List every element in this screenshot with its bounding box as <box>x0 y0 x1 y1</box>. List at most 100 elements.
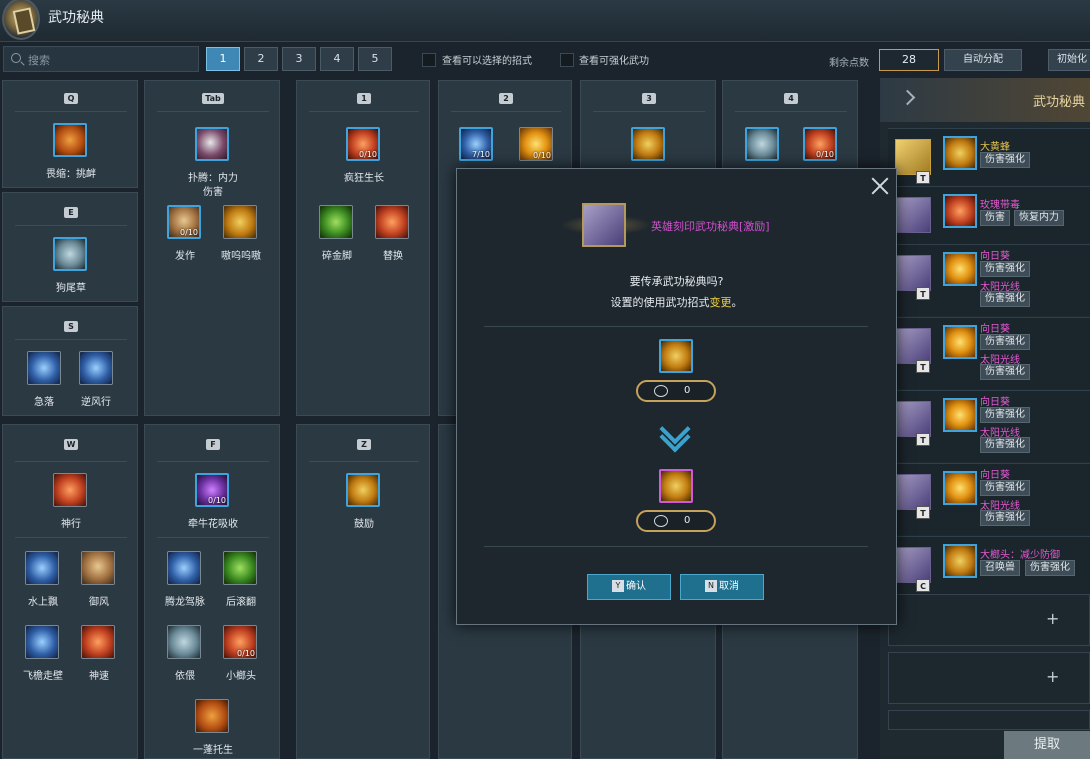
page-button-1[interactable]: 1 <box>206 47 240 71</box>
key-1: 1 <box>357 93 371 104</box>
book-icon <box>895 328 931 364</box>
skill-icon-f3[interactable] <box>223 551 257 585</box>
book-icon <box>895 255 931 291</box>
page-button-3[interactable]: 3 <box>282 47 316 71</box>
skill-icon-k2a[interactable]: 7/10 <box>459 127 493 161</box>
book-item[interactable]: T 向日葵 伤害强化 太阳光线 伤害强化 <box>888 463 1090 535</box>
book-logo-icon <box>2 0 40 40</box>
dialog-question: 要传承武功秘典吗? <box>629 275 724 288</box>
page-button-5[interactable]: 5 <box>358 47 392 71</box>
skill-icon-w3[interactable] <box>81 551 115 585</box>
gauge-top: 0 <box>636 380 716 402</box>
extract-button[interactable]: 提取 <box>1004 731 1090 759</box>
skill-icon-f5[interactable]: 0/10 <box>223 625 257 659</box>
empty-book-slot[interactable]: + <box>888 652 1090 704</box>
skill-level: 0/10 <box>237 649 255 658</box>
search-icon <box>11 53 21 63</box>
skill-name: 嗷呜呜嗷 <box>221 251 261 262</box>
book-item[interactable]: T 向日葵 伤害强化 太阳光线 伤害强化 <box>888 317 1090 389</box>
auto-assign-button[interactable]: 自动分配 <box>944 49 1022 71</box>
skill-icon-tab1[interactable] <box>195 127 229 161</box>
book-chip: 伤害强化 <box>1025 560 1075 576</box>
book-name: 大榔头：减少防御 <box>980 550 1060 561</box>
skill-icon <box>943 136 977 170</box>
skill-icon-k2b[interactable]: 0/10 <box>519 127 553 161</box>
divider <box>157 461 269 462</box>
close-icon[interactable] <box>869 175 891 197</box>
chevron-right-icon[interactable] <box>899 89 916 106</box>
skill-name: 小榔头 <box>226 671 256 682</box>
skill-name: 牵牛花吸收 <box>188 519 238 530</box>
book-chip: 召唤兽 <box>980 560 1020 576</box>
empty-book-slot[interactable] <box>888 710 1090 730</box>
skill-icon-k4b[interactable]: 0/10 <box>803 127 837 161</box>
divider <box>15 111 127 112</box>
filter-enhance-checkbox[interactable] <box>560 53 574 67</box>
gauge-value: 0 <box>684 515 691 526</box>
skill-panel-1: 1 0/10 疯狂生长 碎金脚 替换 <box>296 80 430 416</box>
skill-level: 0/10 <box>816 150 834 159</box>
remaining-points-value: 28 <box>879 49 939 71</box>
reset-button[interactable]: 初始化 <box>1048 49 1090 71</box>
divider <box>735 111 847 112</box>
book-tag: T <box>916 287 930 300</box>
search-input[interactable]: 搜索 <box>3 46 199 72</box>
confirm-button[interactable]: Y 确认 <box>587 574 671 600</box>
skill-icon-k4a[interactable] <box>745 127 779 161</box>
book-icon <box>895 139 931 175</box>
skill-level: 7/10 <box>472 150 490 159</box>
key-2: 2 <box>499 93 513 104</box>
skill-name: 畏缩：挑衅 <box>46 169 96 180</box>
book-name: 大黄蜂 <box>980 142 1010 153</box>
skill-icon-tab2[interactable]: 0/10 <box>167 205 201 239</box>
skill-icon-k1b[interactable] <box>319 205 353 239</box>
skill-icon-s2[interactable] <box>79 351 113 385</box>
skill-icon-s1[interactable] <box>27 351 61 385</box>
window-title: 武功秘典 <box>48 10 104 26</box>
divider <box>309 461 419 462</box>
skill-icon-f1[interactable]: 0/10 <box>195 473 229 507</box>
key-tab: Tab <box>202 93 224 104</box>
skill-icon-w1[interactable] <box>53 473 87 507</box>
divider <box>15 461 127 462</box>
book-icon <box>582 203 626 247</box>
cancel-button[interactable]: N 取消 <box>680 574 764 600</box>
skill-icon-w4[interactable] <box>25 625 59 659</box>
skill-level: 0/10 <box>180 228 198 237</box>
page-button-2[interactable]: 2 <box>244 47 278 71</box>
skill-name: 疯狂生长 <box>344 173 384 184</box>
skill-icon-f4[interactable] <box>167 625 201 659</box>
book-chip: 伤害强化 <box>980 364 1030 380</box>
confirm-label: 确认 <box>626 581 646 592</box>
book-item[interactable]: T 向日葵 伤害强化 太阳光线 伤害强化 <box>888 390 1090 462</box>
plus-icon: + <box>1046 609 1060 628</box>
skill-icon-z1[interactable] <box>346 473 380 507</box>
skill-icon-e1[interactable] <box>53 237 87 271</box>
skill-icon-k3a[interactable] <box>631 127 665 161</box>
skill-icon-f2[interactable] <box>167 551 201 585</box>
filter-selectable-checkbox[interactable] <box>422 53 436 67</box>
skill-panel-tab: Tab 扑腾：内力 伤害 0/10 发作 嗷呜呜嗷 <box>144 80 280 416</box>
skill-icon-q1[interactable] <box>53 123 87 157</box>
gauge-bottom: 0 <box>636 510 716 532</box>
empty-book-slot[interactable]: + <box>888 594 1090 646</box>
page-button-4[interactable]: 4 <box>320 47 354 71</box>
book-item[interactable]: T 向日葵 伤害强化 太阳光线 伤害强化 <box>888 244 1090 316</box>
skill-icon-from <box>659 339 693 373</box>
skill-panel-z: Z 鼓励 <box>296 424 430 759</box>
hotkey-n: N <box>705 580 717 592</box>
skill-panel-q: Q 畏缩：挑衅 <box>2 80 138 188</box>
skill-icon-k1c[interactable] <box>375 205 409 239</box>
skill-icon-w5[interactable] <box>81 625 115 659</box>
skill-icon-tab3[interactable] <box>223 205 257 239</box>
divider <box>15 537 127 538</box>
skill-panel-f: F 0/10 牵牛花吸收 腾龙驾脉 后滚翻 依偎 0/10 小榔头 一蓬托生 <box>144 424 280 759</box>
skill-icon-k1a[interactable]: 0/10 <box>346 127 380 161</box>
skill-icon-f6[interactable] <box>195 699 229 733</box>
skill-icon <box>943 325 977 359</box>
divider <box>451 111 561 112</box>
skill-icon-w2[interactable] <box>25 551 59 585</box>
skill-icon <box>943 194 977 228</box>
book-chip: 伤害强化 <box>980 291 1030 307</box>
skill-name: 御风 <box>89 597 109 608</box>
